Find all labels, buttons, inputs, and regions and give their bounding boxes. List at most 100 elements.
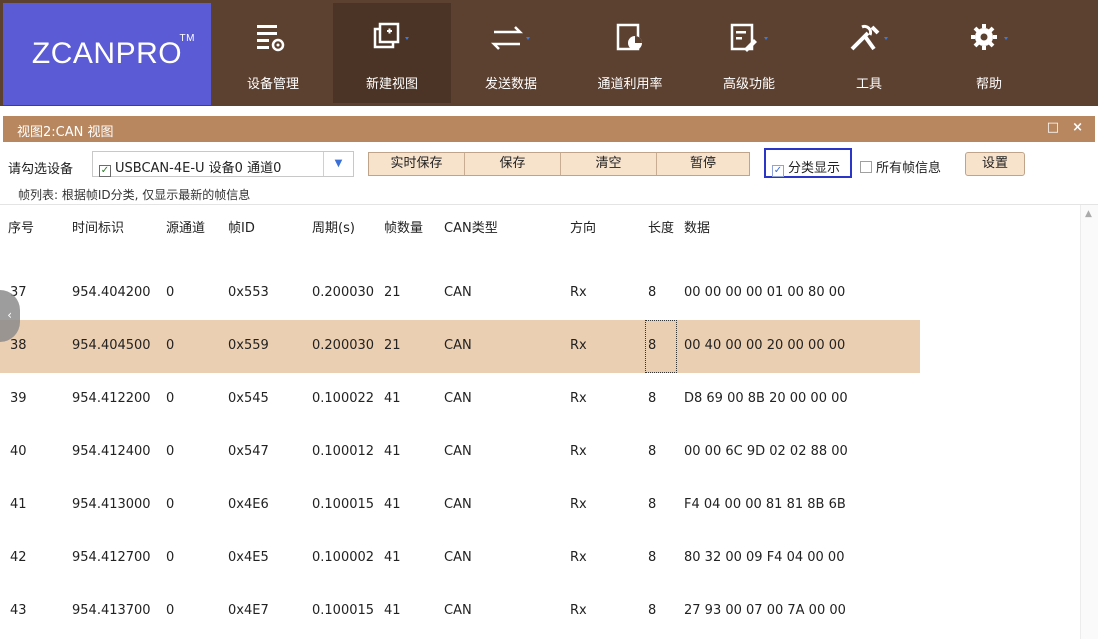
cell-can-type: CAN [444, 391, 472, 406]
advanced-icon [719, 21, 779, 55]
table-row[interactable]: 37 954.404200 0 0x553 0.200030 21 CAN Rx… [0, 267, 1080, 320]
pause-button[interactable]: 暂停 [657, 153, 749, 175]
column-header[interactable]: 序号 [8, 217, 34, 236]
toolbar-label: 新建视图 [365, 77, 418, 92]
cell-can-type: CAN [444, 603, 472, 618]
cell-period: 0.100015 [312, 497, 375, 512]
cell-time: 954.412700 [72, 550, 151, 565]
cell-frame-id: 0x545 [228, 391, 269, 406]
cell-count: 21 [384, 338, 401, 353]
cell-length: 8 [648, 550, 657, 565]
main-toolbar: ZCANPRO TM 设备管理 新建视图 发送数据 通道利用率 高级功能 工具 … [0, 0, 1098, 106]
cell-period: 0.100015 [312, 603, 375, 618]
restore-window-button[interactable]: □ [1047, 120, 1059, 135]
toolbar-tools[interactable]: 工具 [810, 3, 928, 103]
table-row[interactable]: 42 954.412700 0 0x4E5 0.100002 41 CAN Rx… [0, 532, 1080, 585]
toolbar-channel-usage[interactable]: 通道利用率 [571, 3, 689, 103]
new-view-icon [362, 21, 422, 55]
chevron-down-icon[interactable]: ▼ [323, 152, 353, 176]
table-row[interactable]: 41 954.413000 0 0x4E6 0.100015 41 CAN Rx… [0, 479, 1080, 532]
cell-direction: Rx [570, 285, 587, 300]
classify-display-toggle[interactable]: ✓ 分类显示 [764, 148, 852, 178]
cell-period: 0.100022 [312, 391, 375, 406]
classify-checkbox[interactable]: ✓ [772, 165, 784, 177]
column-header[interactable]: CAN类型 [444, 217, 498, 236]
all-frames-checkbox[interactable] [860, 161, 872, 173]
classify-label: 分类显示 [788, 161, 841, 176]
cell-length: 8 [648, 497, 657, 512]
column-header[interactable]: 长度 [648, 217, 674, 236]
cell-count: 41 [384, 444, 401, 459]
all-frames-label: 所有帧信息 [876, 161, 942, 176]
toolbar-label: 工具 [855, 77, 882, 92]
vertical-scrollbar[interactable]: ▲ [1080, 205, 1098, 639]
cell-frame-id: 0x4E7 [228, 603, 269, 618]
cell-can-type: CAN [444, 550, 472, 565]
close-view-button[interactable]: × [1072, 120, 1083, 135]
toolbar-new-view[interactable]: 新建视图 [333, 3, 451, 103]
table-row-selected[interactable]: 38 954.404500 0 0x559 0.200030 21 CAN Rx… [0, 320, 920, 373]
toolbar-label: 通道利用率 [597, 77, 663, 92]
cell-can-type: CAN [444, 285, 472, 300]
column-header[interactable]: 帧数量 [384, 217, 423, 236]
clear-button[interactable]: 清空 [561, 153, 657, 175]
device-select[interactable]: ✓ USBCAN-4E-U 设备0 通道0 ▼ [92, 151, 354, 177]
scroll-up-icon[interactable]: ▲ [1085, 209, 1092, 219]
toolbar-send-data[interactable]: 发送数据 [452, 3, 570, 103]
column-header[interactable]: 帧ID [228, 217, 255, 236]
cell-period: 0.100002 [312, 550, 375, 565]
cell-count: 41 [384, 550, 401, 565]
cell-length: 8 [648, 391, 657, 406]
cell-count: 41 [384, 391, 401, 406]
toolbar-device-manage[interactable]: 设备管理 [214, 3, 332, 103]
settings-button[interactable]: 设置 [965, 152, 1025, 176]
cell-index: 41 [10, 497, 27, 512]
table-row[interactable]: 43 954.413700 0 0x4E7 0.100015 41 CAN Rx… [0, 585, 1080, 638]
cell-direction: Rx [570, 550, 587, 565]
logo-trademark: TM [179, 33, 195, 44]
all-frames-toggle[interactable]: 所有帧信息 [860, 157, 941, 176]
toolbar-advanced[interactable]: 高级功能 [690, 3, 808, 103]
realtime-save-button[interactable]: 实时保存 [369, 153, 465, 175]
cell-can-type: CAN [444, 338, 472, 353]
cell-channel: 0 [166, 338, 175, 353]
cell-channel: 0 [166, 497, 175, 512]
cell-direction: Rx [570, 497, 587, 512]
cell-period: 0.200030 [312, 285, 375, 300]
device-checkbox[interactable]: ✓ [99, 165, 111, 177]
cell-index: 43 [10, 603, 27, 618]
cell-length: 8 [648, 444, 657, 459]
cell-frame-id: 0x559 [228, 338, 269, 353]
gear-icon [959, 21, 1019, 55]
table-row[interactable]: 39 954.412200 0 0x545 0.100022 41 CAN Rx… [0, 373, 1080, 426]
cell-direction: Rx [570, 391, 587, 406]
logo-text: ZCANPRO [31, 37, 183, 70]
cell-frame-id: 0x547 [228, 444, 269, 459]
column-header[interactable]: 时间标识 [72, 217, 124, 236]
toolbar-label: 高级功能 [722, 77, 775, 92]
cell-length: 8 [648, 285, 657, 300]
cell-can-type: CAN [444, 497, 472, 512]
column-header[interactable]: 数据 [684, 217, 710, 236]
view-titlebar: 视图2:CAN 视图 □ × [3, 116, 1095, 142]
cell-frame-id: 0x4E6 [228, 497, 269, 512]
column-header[interactable]: 源通道 [166, 217, 205, 236]
cell-channel: 0 [166, 550, 175, 565]
cell-period: 0.100012 [312, 444, 375, 459]
control-row: 请勾选设备 ✓ USBCAN-4E-U 设备0 通道0 ▼ 实时保存 保存 清空 … [0, 146, 1098, 184]
cell-channel: 0 [166, 391, 175, 406]
cell-data: 00 00 00 00 01 00 80 00 [684, 285, 846, 300]
toolbar-help[interactable]: 帮助 [930, 3, 1048, 103]
device-manage-icon [243, 21, 303, 55]
cell-time: 954.412200 [72, 391, 151, 406]
table-row[interactable]: 40 954.412400 0 0x547 0.100012 41 CAN Rx… [0, 426, 1080, 479]
cell-time: 954.412400 [72, 444, 151, 459]
cell-direction: Rx [570, 444, 587, 459]
cell-data: D8 69 00 8B 20 00 00 00 [684, 391, 848, 406]
column-header[interactable]: 周期(s) [312, 217, 355, 236]
save-button[interactable]: 保存 [465, 153, 561, 175]
column-header[interactable]: 方向 [570, 217, 596, 236]
cell-time: 954.404500 [72, 338, 151, 353]
cell-period: 0.200030 [312, 338, 375, 353]
cell-count: 41 [384, 603, 401, 618]
